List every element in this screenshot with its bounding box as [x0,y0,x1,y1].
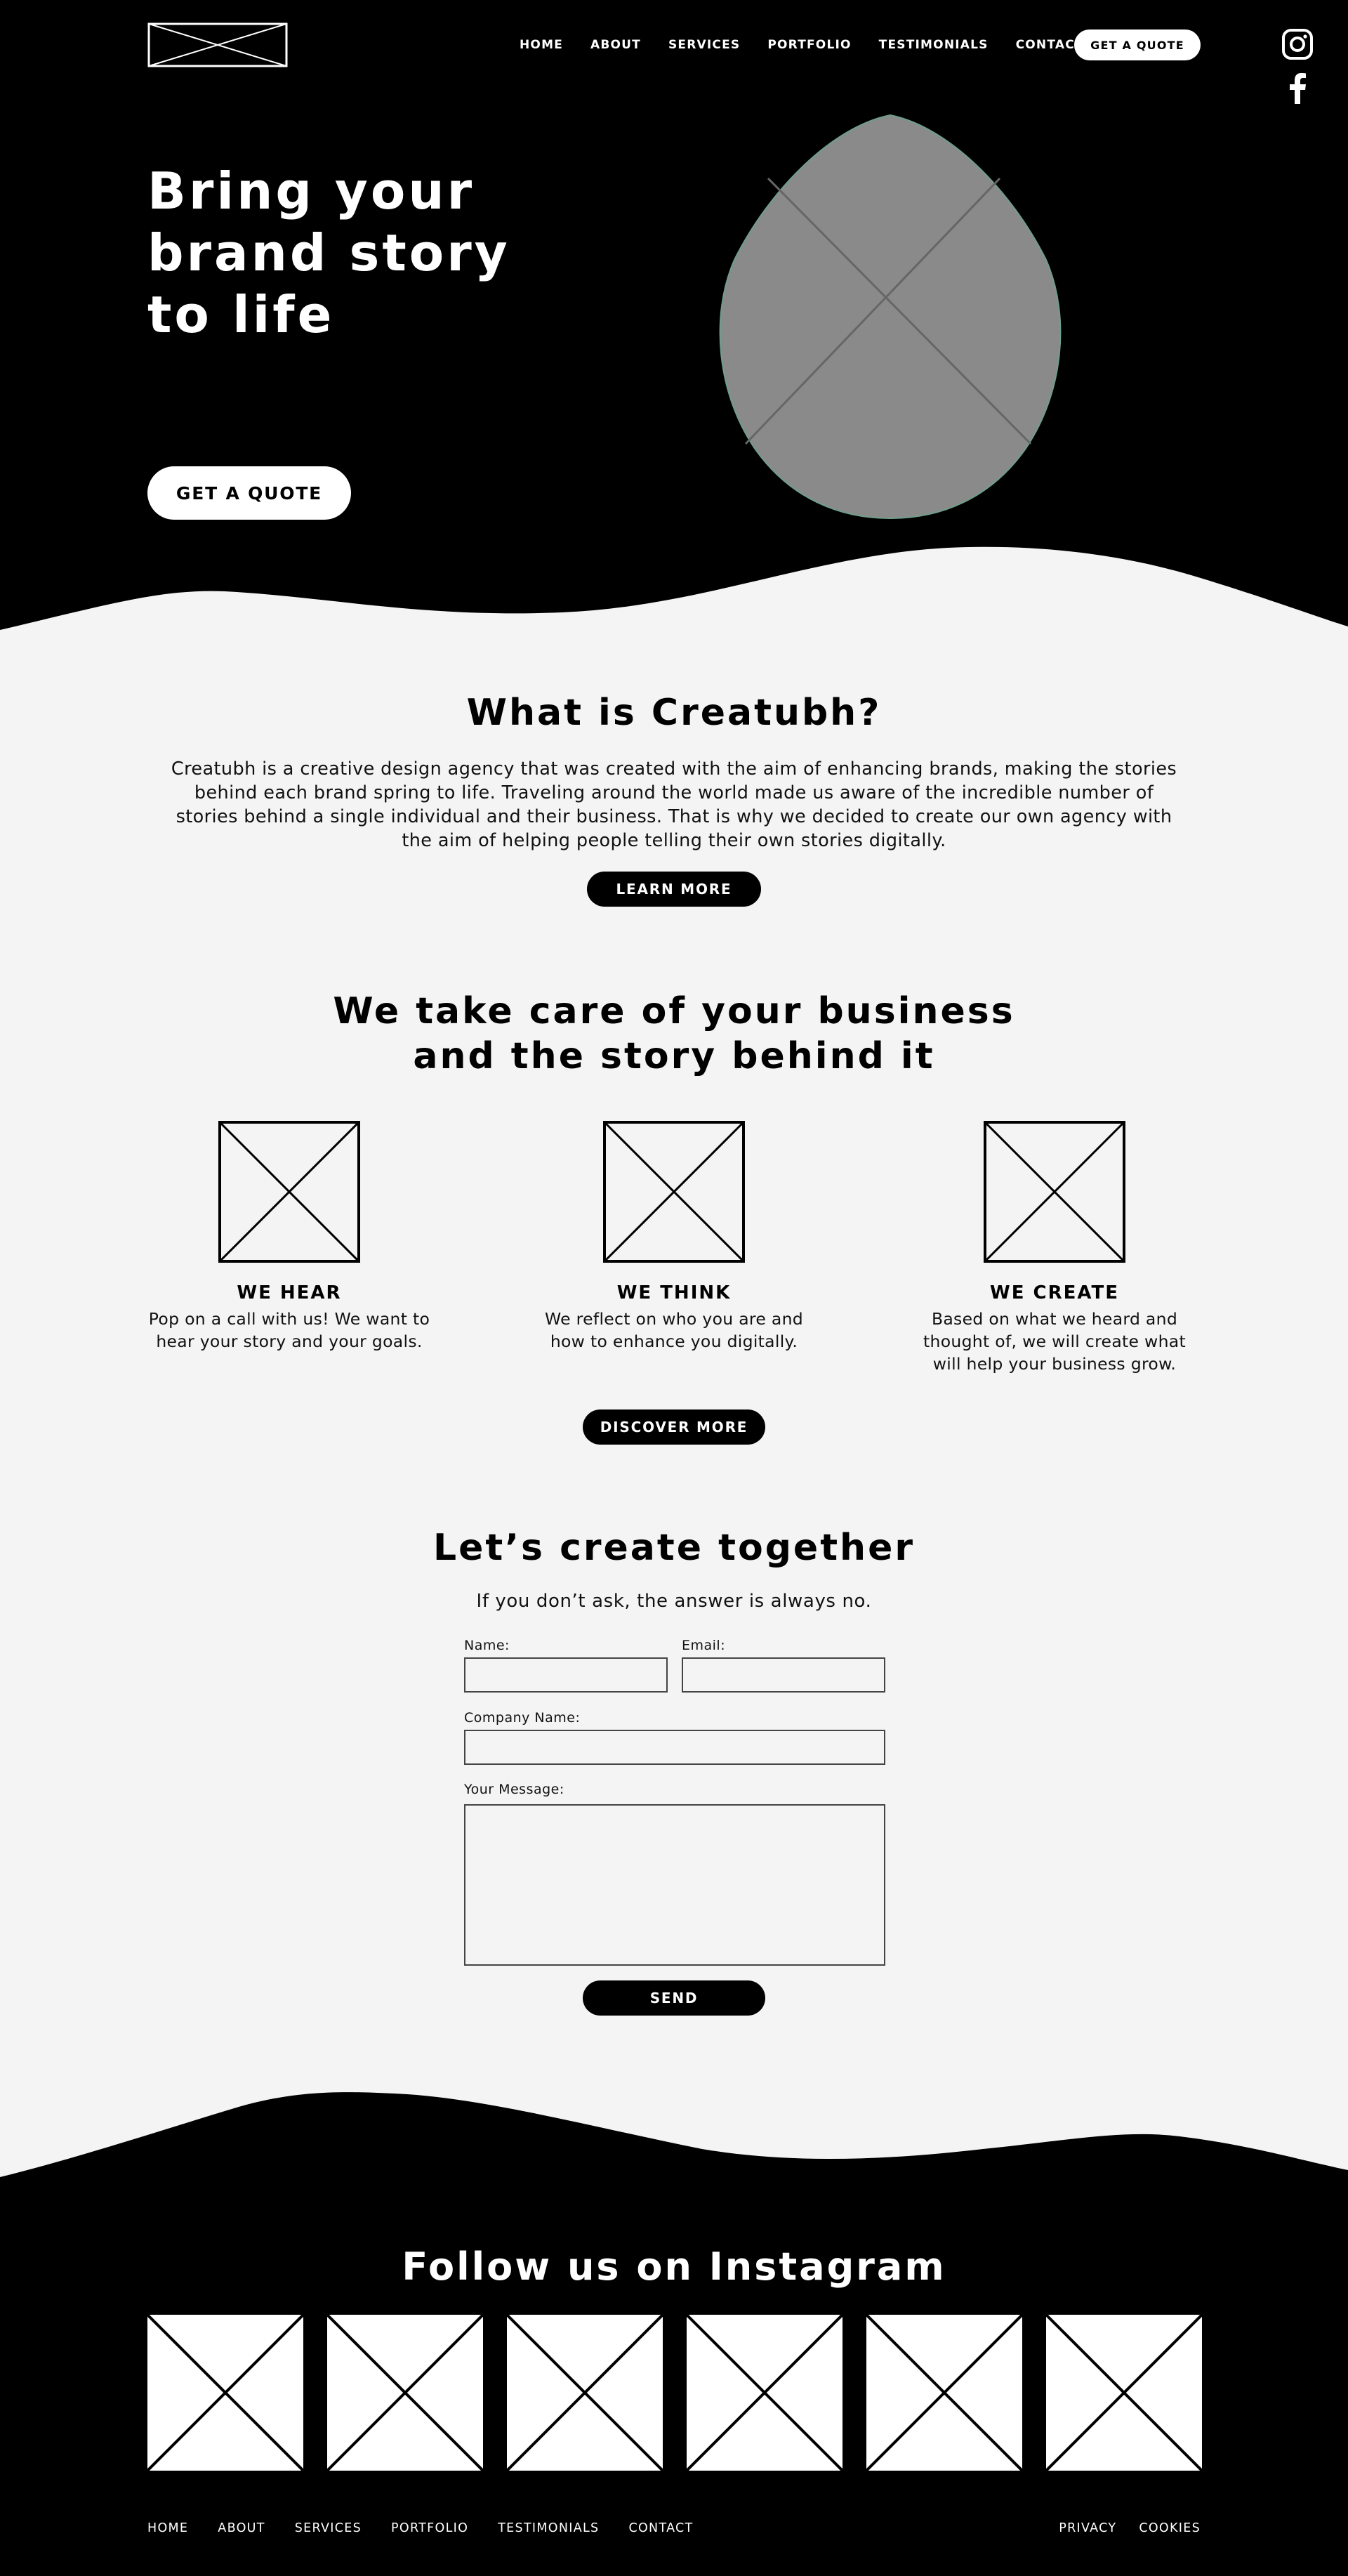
footer-nav-testimonials[interactable]: TESTIMONIALS [498,2521,599,2535]
instagram-post-placeholder [507,2315,663,2471]
company-field[interactable] [464,1730,885,1765]
instagram-post-placeholder [1046,2315,1202,2471]
footer-nav: HOME ABOUT SERVICES PORTFOLIO TESTIMONIA… [147,2521,723,2535]
email-label: Email: [682,1638,726,1653]
message-field[interactable] [464,1804,885,1966]
footer-nav-contact[interactable]: CONTACT [628,2521,693,2535]
footer-legal-links: PRIVACY COOKIES [1036,2521,1201,2535]
instagram-post[interactable] [147,2315,303,2471]
company-label: Company Name: [464,1710,581,1726]
message-label: Your Message: [464,1782,564,1797]
instagram-post-placeholder [866,2315,1022,2471]
learn-more-button[interactable]: LEARN MORE [587,872,761,907]
header-quote-button[interactable]: GET A QUOTE [1074,29,1201,60]
feature-image-placeholder [603,1121,745,1263]
nav-home[interactable]: HOME [520,38,563,52]
nav-testimonials[interactable]: TESTIMONIALS [879,38,989,52]
name-label: Name: [464,1638,510,1653]
instagram-title: Follow us on Instagram [402,2245,946,2289]
name-field[interactable] [464,1657,668,1693]
logo-placeholder[interactable] [147,22,288,67]
instagram-post[interactable] [1046,2315,1202,2471]
hero-quote-button[interactable]: GET A QUOTE [147,466,351,520]
hero-image-placeholder [719,114,1062,520]
send-button[interactable]: SEND [583,1980,765,2016]
feature-text: Pop on a call with us! We want to hear y… [148,1309,430,1351]
hero-section: HOME ABOUT SERVICES PORTFOLIO TESTIMONIA… [0,0,1348,632]
footer-nav-services[interactable]: SERVICES [295,2521,362,2535]
feature-create: WE CREATE Based on what we heard and tho… [900,1121,1209,1375]
nav-portfolio[interactable]: PORTFOLIO [767,38,851,52]
services-title: We take care of your business and the st… [0,989,1348,1079]
about-title: What is Creatubh? [466,692,882,734]
instagram-post-placeholder [687,2315,842,2471]
instagram-post[interactable] [687,2315,842,2471]
email-field[interactable] [682,1657,885,1693]
about-text: Creatubh is a creative design agency tha… [171,758,1177,851]
contact-title: Let’s create together [433,1527,915,1569]
nav-about[interactable]: ABOUT [590,38,641,52]
cookies-link[interactable]: COOKIES [1139,2521,1201,2535]
feature-image-placeholder [218,1121,360,1263]
instagram-post-placeholder [147,2315,303,2471]
feature-think: WE THINK We reflect on who you are and h… [520,1121,828,1353]
hero-title: Bring your brand story to life [147,162,510,344]
main-nav: HOME ABOUT SERVICES PORTFOLIO TESTIMONIA… [520,29,1111,60]
feature-hear: WE HEAR Pop on a call with us! We want t… [135,1121,444,1353]
feature-text: Based on what we heard and thought of, w… [923,1309,1186,1374]
footer-nav-about[interactable]: ABOUT [218,2521,265,2535]
discover-more-button[interactable]: DISCOVER MORE [583,1409,765,1445]
instagram-post[interactable] [866,2315,1022,2471]
footer-nav-portfolio[interactable]: PORTFOLIO [391,2521,468,2535]
feature-image-placeholder [984,1121,1125,1263]
contact-subtitle: If you don’t ask, the answer is always n… [476,1591,872,1612]
footer-nav-home[interactable]: HOME [147,2521,188,2535]
facebook-icon[interactable] [1288,73,1307,104]
instagram-post[interactable] [507,2315,663,2471]
feature-text: We reflect on who you are and how to enh… [545,1309,803,1351]
services-title-text: We take care of your business and the st… [333,990,1015,1077]
feature-title: WE HEAR [237,1282,342,1303]
feature-title: WE CREATE [990,1282,1119,1303]
instagram-post[interactable] [327,2315,483,2471]
instagram-icon[interactable] [1281,28,1314,60]
privacy-link[interactable]: PRIVACY [1059,2521,1116,2535]
nav-services[interactable]: SERVICES [668,38,740,52]
instagram-post-placeholder [327,2315,483,2471]
feature-title: WE THINK [616,1282,732,1303]
footer: Follow us on Instagram HOME ABOUT SERVIC… [0,2079,1348,2576]
